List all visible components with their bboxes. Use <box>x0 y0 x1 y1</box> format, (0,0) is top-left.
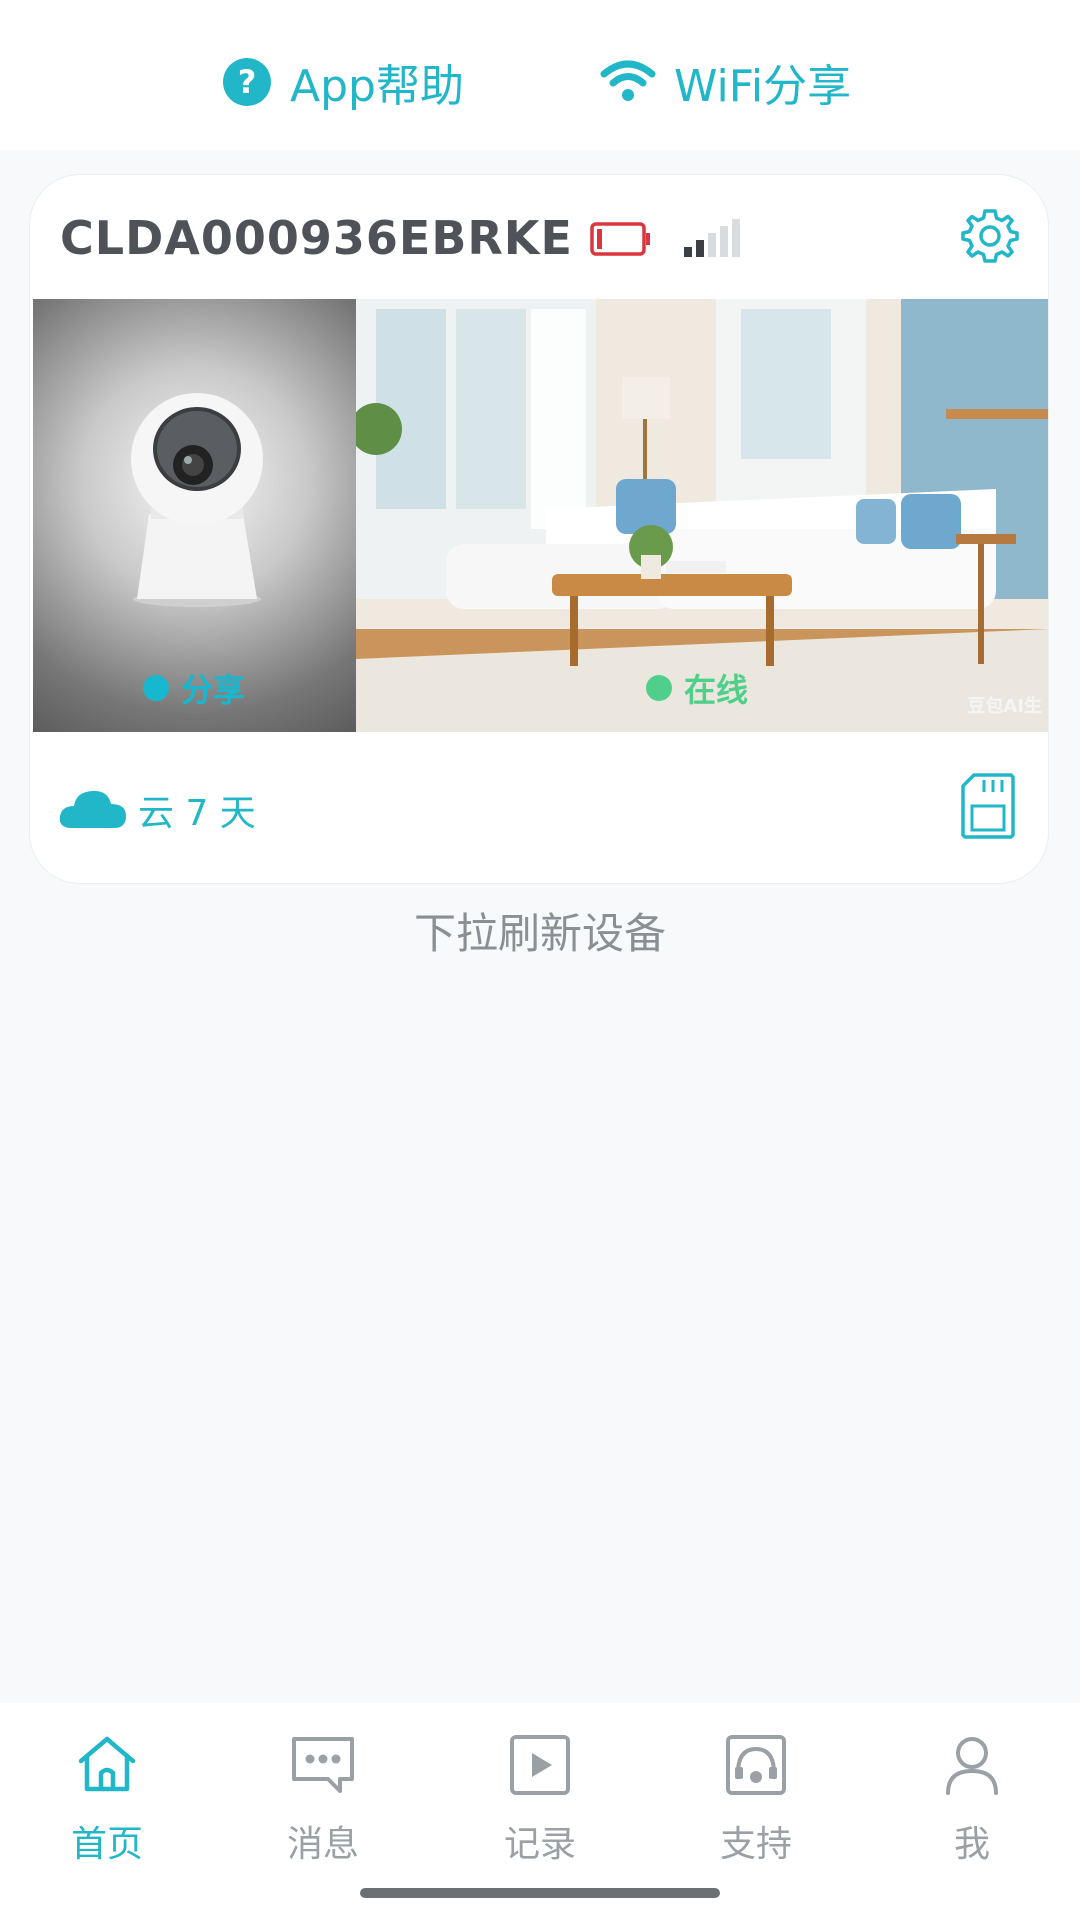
device-name: CLDA000936EBRKE <box>60 211 573 265</box>
device-card-footer: 云 7 天 <box>30 732 1048 882</box>
sd-card-icon[interactable] <box>960 772 1016 840</box>
user-icon <box>946 1737 998 1795</box>
svg-text:?: ? <box>238 63 257 101</box>
tab-support-label: 支持 <box>719 1824 792 1865</box>
online-status-dot <box>646 675 672 701</box>
tab-me[interactable]: 我 <box>872 1723 1072 1867</box>
online-status: 在线 <box>646 665 748 711</box>
wifi-icon <box>600 60 656 101</box>
home-icon <box>78 1736 136 1792</box>
cloud-storage-label[interactable]: 云 7 天 <box>138 784 256 836</box>
pull-to-refresh-hint: 下拉刷新设备 <box>413 909 666 958</box>
home-indicator <box>360 1888 720 1898</box>
wifi-share-label: WiFi分享 <box>674 61 852 112</box>
app-help-label: App帮助 <box>290 61 464 112</box>
signal-weak-icon <box>684 219 740 257</box>
play-record-icon <box>510 1735 570 1795</box>
tab-messages-label: 消息 <box>286 1824 359 1865</box>
online-status-label: 在线 <box>684 671 749 709</box>
tab-home-label: 首页 <box>70 1824 143 1865</box>
share-status-label: 分享 <box>181 671 246 709</box>
support-icon <box>726 1735 786 1795</box>
share-status-dot <box>143 675 169 701</box>
gear-icon[interactable] <box>958 205 1022 269</box>
share-status: 分享 <box>143 665 245 711</box>
device-card[interactable]: CLDA000936EBRKE 分享 在线 豆包AI生 云 7 天 <box>30 175 1048 883</box>
wifi-share-link[interactable]: WiFi分享 <box>600 50 851 114</box>
cloud-icon[interactable] <box>58 786 128 830</box>
device-header: CLDA000936EBRKE <box>30 175 1048 300</box>
camera-thumbnails[interactable]: 分享 在线 豆包AI生 <box>30 299 1048 732</box>
camera-product-thumbnail[interactable]: 分享 <box>33 299 356 732</box>
top-bar: ? App帮助 WiFi分享 <box>0 0 1080 150</box>
battery-low-icon <box>590 222 650 256</box>
tab-home[interactable]: 首页 <box>7 1723 207 1867</box>
tab-records-label: 记录 <box>503 1824 576 1865</box>
tab-messages[interactable]: 消息 <box>223 1723 423 1867</box>
help-icon: ? <box>223 58 271 106</box>
ai-watermark: 豆包AI生 <box>967 696 1042 717</box>
app-help-link[interactable]: ? App帮助 <box>222 50 464 114</box>
live-preview-thumbnail[interactable]: 在线 豆包AI生 <box>356 299 1048 732</box>
message-icon <box>292 1737 354 1793</box>
tab-records[interactable]: 记录 <box>440 1723 640 1867</box>
tab-me-label: 我 <box>953 1824 990 1865</box>
tab-support[interactable]: 支持 <box>656 1723 856 1867</box>
